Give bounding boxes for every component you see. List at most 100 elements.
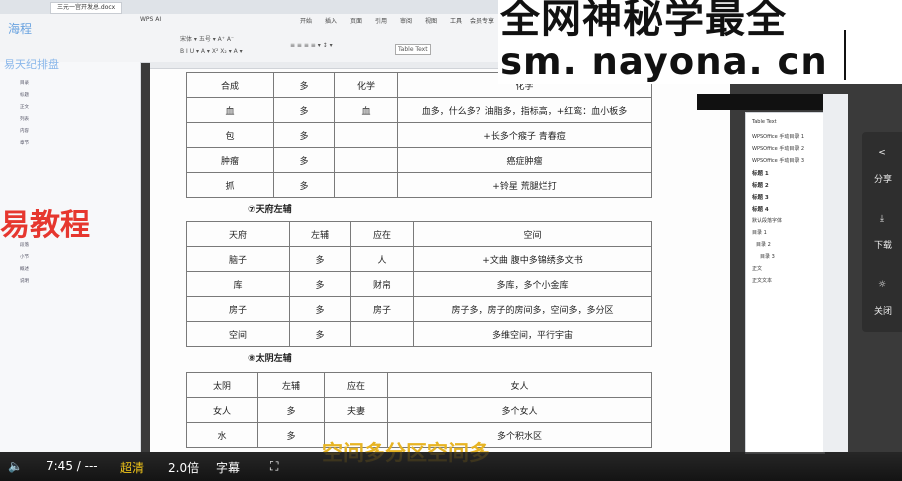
- ribbon-tab[interactable]: 引用: [375, 16, 387, 25]
- table-cell: 血: [186, 97, 274, 123]
- ribbon-tab[interactable]: 审阅: [400, 16, 412, 25]
- table-row: 房子多房子 房子多，房子的房间多，空间多，多分区: [186, 296, 652, 322]
- nav-item[interactable]: 章节: [20, 140, 29, 146]
- nav-item[interactable]: 内容: [20, 128, 29, 134]
- quality-button[interactable]: 超清: [120, 459, 144, 476]
- style-item[interactable]: 正文: [752, 265, 762, 272]
- style-item[interactable]: Table Text: [752, 119, 777, 125]
- video-side-buttons: < 分享 ⤓ 下载 ☼ 关闭: [862, 132, 902, 332]
- style-item[interactable]: 目录 3: [760, 253, 775, 260]
- document-tab[interactable]: 三元一宫开发总.docx: [50, 2, 123, 14]
- table-row: 太阴 左辅 应在 女人: [186, 372, 652, 398]
- table-cell: 多: [257, 397, 325, 423]
- fullscreen-icon[interactable]: ⛶: [270, 459, 278, 474]
- styles-pane: Table Text WPSOffice 手动目录 1 WPSOffice 手动…: [745, 112, 825, 454]
- channel-logo: 海程: [8, 22, 33, 36]
- ribbon-tab[interactable]: 视图: [425, 16, 437, 25]
- ribbon-tab[interactable]: 开始: [300, 16, 312, 25]
- paragraph-bar[interactable]: ≡ ≡ ≡ ≡ ▾ ↕ ▾: [290, 42, 333, 49]
- subtitles-button[interactable]: 字幕: [216, 459, 240, 476]
- style-item[interactable]: 标题 2: [752, 181, 769, 189]
- channel-title: 易天纪排盘: [4, 58, 59, 71]
- table-cell: 多维空间，平行宇宙: [413, 321, 652, 347]
- style-item[interactable]: WPSOffice 手动目录 1: [752, 133, 804, 140]
- table-cell: 多库，多个小金库: [413, 271, 652, 297]
- table-row: 空间多 多维空间，平行宇宙: [186, 321, 652, 347]
- table-cell: +铃星 荒腿烂打: [397, 172, 652, 198]
- table-cell: [334, 172, 398, 198]
- nav-item[interactable]: 小节: [20, 254, 29, 260]
- table-cell: 天府: [186, 221, 290, 247]
- volume-icon[interactable]: 🔈: [8, 459, 23, 473]
- style-item[interactable]: 正文文本: [752, 277, 772, 284]
- watermark-line-2: sm. nayona. cn: [500, 40, 828, 83]
- ribbon-tab[interactable]: 工具: [450, 16, 462, 25]
- table-cell: 空间: [186, 321, 290, 347]
- close-light-icon[interactable]: ☼: [862, 280, 902, 290]
- table-cell: 应在: [324, 372, 388, 398]
- nav-item[interactable]: 概述: [20, 266, 29, 272]
- ribbon-tab[interactable]: WPS AI: [140, 16, 161, 23]
- table-cell: 多个女人: [387, 397, 652, 423]
- overlay-red-text: 易教程: [0, 208, 90, 243]
- ribbon-tab[interactable]: 插入: [325, 16, 337, 25]
- style-item[interactable]: 目录 1: [752, 229, 767, 236]
- navigation-pane: 目录 标题 正文 列表 内容 章节 段落 小节 概述 说明: [0, 62, 141, 452]
- style-item[interactable]: 目录 2: [756, 241, 771, 248]
- style-item[interactable]: 标题 3: [752, 193, 769, 201]
- table-cell: 抓: [186, 172, 274, 198]
- table-cell: 太阴: [186, 372, 258, 398]
- style-item[interactable]: WPSOffice 手动目录 2: [752, 145, 804, 152]
- table-cell: 库: [186, 271, 290, 297]
- style-item[interactable]: 标题 1: [752, 169, 769, 177]
- table-cell: 多: [289, 271, 351, 297]
- section-heading: ⑧太阴左辅: [248, 354, 292, 364]
- nav-item[interactable]: 说明: [20, 278, 29, 284]
- nav-item[interactable]: 目录: [20, 80, 29, 86]
- style-item[interactable]: WPSOffice 手动目录 3: [752, 157, 804, 164]
- table-row: 包多 +长多个瘊子 青春痘: [186, 122, 652, 148]
- table-cell: +文曲 腹中多锦绣多文书: [413, 246, 652, 272]
- table-cell: 脑子: [186, 246, 290, 272]
- table-row: 抓多 +铃星 荒腿烂打: [186, 172, 652, 198]
- table-cell: 多: [273, 122, 335, 148]
- style-box[interactable]: Table Text: [395, 44, 431, 55]
- table-1: 合成多化学 化学 血多血血多，什么多？油脂多，指标高，+红鸾：血小板多 包多 +长多…: [186, 72, 652, 198]
- nav-item[interactable]: 标题: [20, 92, 29, 98]
- table-cell: 应在: [350, 221, 414, 247]
- share-icon[interactable]: <: [862, 148, 902, 158]
- table-cell: 女人: [186, 397, 258, 423]
- ribbon-tab[interactable]: 会员专享: [470, 16, 494, 25]
- table-cell: 多: [273, 172, 335, 198]
- time-display: 7:45 / ---: [46, 459, 98, 473]
- table-cell: 左辅: [257, 372, 325, 398]
- table-row: 血多血血多，什么多？油脂多，指标高，+红鸾：血小板多: [186, 97, 652, 123]
- download-icon[interactable]: ⤓: [862, 214, 902, 224]
- table-cell: 多: [273, 97, 335, 123]
- table-cell: [334, 147, 398, 173]
- table-row: 脑子多人 +文曲 腹中多锦绣多文书: [186, 246, 652, 272]
- table-cell: 多: [257, 422, 325, 448]
- table-cell: 财帛: [350, 271, 414, 297]
- download-button[interactable]: 下载: [874, 238, 892, 251]
- speed-button[interactable]: 2.0倍: [168, 459, 199, 476]
- table-cell: [334, 122, 398, 148]
- style-item[interactable]: 默认段落字体: [752, 217, 782, 224]
- table-cell: 血多，什么多？油脂多，指标高，+红鸾：血小板多: [397, 97, 652, 123]
- share-button[interactable]: 分享: [874, 172, 892, 185]
- nav-item[interactable]: 列表: [20, 116, 29, 122]
- nav-item[interactable]: 正文: [20, 104, 29, 110]
- section-heading: ⑦天府左辅: [248, 205, 292, 215]
- close-button[interactable]: 关闭: [874, 304, 892, 317]
- table-cell: 癌症肿瘤: [397, 147, 652, 173]
- ribbon-tab[interactable]: 页面: [350, 16, 362, 25]
- table-cell: 多: [273, 147, 335, 173]
- table-cell: +长多个瘊子 青春痘: [397, 122, 652, 148]
- table-cell: 女人: [387, 372, 652, 398]
- table-cell: 多: [273, 72, 335, 98]
- font-box[interactable]: 宋体 ▾ 五号 ▾ A⁺ A⁻: [180, 34, 234, 43]
- table-cell: 肿瘤: [186, 147, 274, 173]
- table-cell: 包: [186, 122, 274, 148]
- style-item[interactable]: 标题 4: [752, 205, 769, 213]
- format-bar[interactable]: B I U ▾ A ▾ X² X₂ ▾ A ▾: [180, 48, 243, 55]
